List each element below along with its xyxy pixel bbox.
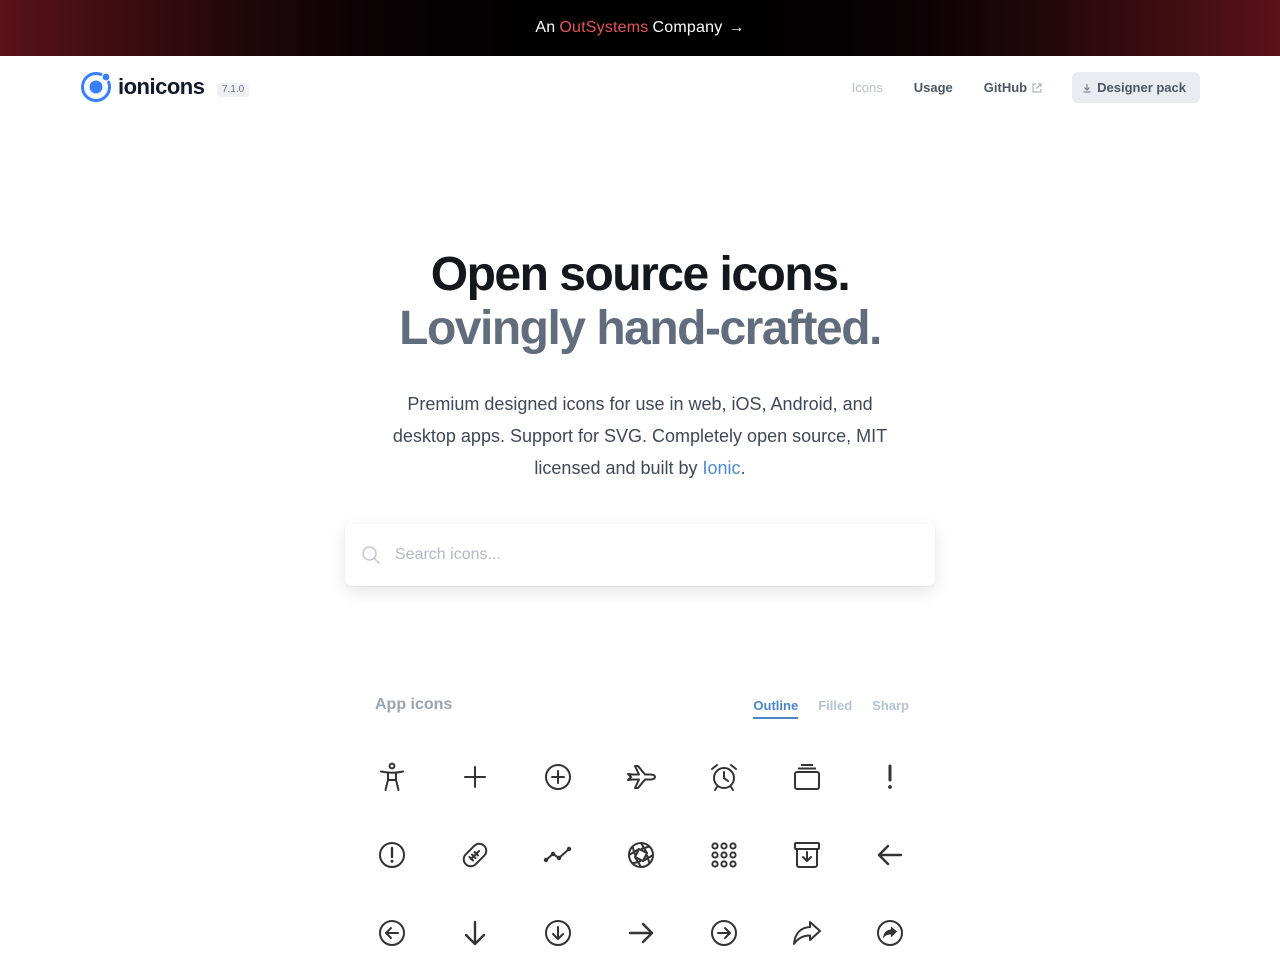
version-badge: 7.1.0 xyxy=(217,83,250,97)
icon-cell-add-circle[interactable] xyxy=(516,738,599,816)
download-icon xyxy=(1083,83,1091,92)
arrow-right-icon: → xyxy=(728,19,745,36)
apps-icon xyxy=(710,842,737,868)
nav-github[interactable]: GitHub xyxy=(984,80,1042,95)
designer-pack-label: Designer pack xyxy=(1097,80,1186,95)
icon-cell-american-football[interactable] xyxy=(433,816,516,894)
icon-cell-alert[interactable] xyxy=(848,738,931,816)
arrow-forward-icon xyxy=(628,922,653,944)
hero-description: Premium designed icons for use in web, i… xyxy=(375,388,905,484)
banner-prefix: An xyxy=(535,19,556,36)
add-circle-icon xyxy=(544,764,571,790)
hero-title-line1: Open source icons. xyxy=(430,248,851,301)
nav-icons[interactable]: Icons xyxy=(852,80,883,95)
icon-style-tabs: Outline Filled Sharp xyxy=(733,698,909,719)
designer-pack-button[interactable]: Designer pack xyxy=(1072,72,1200,103)
icon-cell-arrow-forward-circle[interactable] xyxy=(682,894,765,960)
icon-cell-aperture[interactable] xyxy=(599,816,682,894)
search-icon xyxy=(362,546,380,564)
arrow-down-circle-icon xyxy=(544,920,571,946)
tab-sharp[interactable]: Sharp xyxy=(872,698,909,719)
icon-grid xyxy=(350,738,930,960)
arrow-redo-icon xyxy=(792,921,821,945)
nav-github-label: GitHub xyxy=(983,80,1028,95)
alarm-icon xyxy=(710,764,737,791)
hero-title: Open source icons. Lovingly hand-crafted… xyxy=(0,248,1280,356)
icon-cell-alarm[interactable] xyxy=(682,738,765,816)
icon-cell-arrow-forward[interactable] xyxy=(599,894,682,960)
american-football-icon xyxy=(462,842,487,868)
icon-cell-alert-circle[interactable] xyxy=(350,816,433,894)
alert-icon xyxy=(887,764,892,789)
ionic-link[interactable]: Ionic xyxy=(703,458,741,478)
icon-cell-accessibility[interactable] xyxy=(350,738,433,816)
icon-cell-arrow-redo-circle[interactable] xyxy=(848,894,931,960)
hero-title-line2: Lovingly hand-crafted. xyxy=(399,302,882,355)
icon-cell-arrow-down[interactable] xyxy=(433,894,516,960)
icon-cell-analytics[interactable] xyxy=(516,816,599,894)
icon-cell-arrow-back[interactable] xyxy=(848,816,931,894)
arrow-back-circle-icon xyxy=(378,920,405,946)
logo-link[interactable]: ionicons xyxy=(80,71,205,103)
icon-cell-albums[interactable] xyxy=(765,738,848,816)
ionic-logo-icon xyxy=(81,72,111,102)
main-nav: Icons Usage GitHub Designer pack xyxy=(821,72,1200,103)
icon-cell-airplane[interactable] xyxy=(599,738,682,816)
arrow-down-icon xyxy=(464,920,485,946)
airplane-icon xyxy=(626,765,656,789)
icon-cell-arrow-back-circle[interactable] xyxy=(350,894,433,960)
external-link-icon xyxy=(1032,83,1042,92)
arrow-forward-circle-icon xyxy=(710,920,737,946)
tab-filled[interactable]: Filled xyxy=(818,698,852,719)
icon-cell-archive[interactable] xyxy=(765,816,848,894)
section-title: App icons xyxy=(375,696,453,713)
hero-desc-text: Premium designed icons for use in web, i… xyxy=(392,394,888,478)
banner-brand: OutSystems xyxy=(559,19,649,36)
search-box xyxy=(345,524,935,586)
icon-cell-apps[interactable] xyxy=(682,816,765,894)
arrow-back-icon xyxy=(877,844,902,866)
nav-usage[interactable]: Usage xyxy=(914,80,953,95)
tab-outline[interactable]: Outline xyxy=(753,698,799,719)
accessibility-icon xyxy=(379,762,404,791)
aperture-icon xyxy=(627,842,654,868)
alert-circle-icon xyxy=(378,842,405,868)
icon-cell-arrow-down-circle[interactable] xyxy=(516,894,599,960)
banner-suffix: Company xyxy=(652,19,723,36)
icon-cell-arrow-redo[interactable] xyxy=(765,894,848,960)
add-icon xyxy=(463,766,486,788)
site-header: ionicons 7.1.0 Icons Usage GitHub Design… xyxy=(0,56,1280,120)
promo-banner[interactable]: An OutSystems Company → xyxy=(0,0,1280,56)
albums-icon xyxy=(793,764,820,790)
search-input[interactable] xyxy=(395,524,915,586)
arrow-redo-circle-icon xyxy=(876,920,903,946)
archive-icon xyxy=(793,842,820,868)
hero-desc-end: . xyxy=(740,458,746,478)
icon-cell-add[interactable] xyxy=(433,738,516,816)
logo-text: ionicons xyxy=(118,74,205,99)
analytics-icon xyxy=(543,846,571,863)
